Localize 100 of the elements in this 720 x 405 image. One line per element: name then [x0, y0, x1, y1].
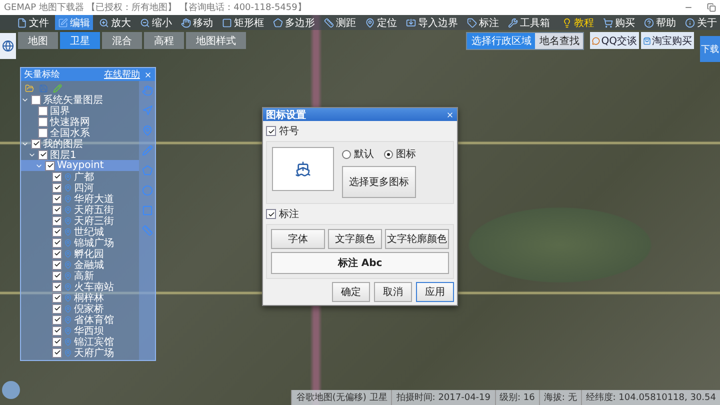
checkbox[interactable] — [31, 138, 41, 148]
toolbar-button[interactable]: 放大 — [96, 15, 134, 30]
checkbox[interactable] — [52, 304, 62, 314]
pin-icon — [64, 326, 72, 334]
checkbox[interactable] — [45, 160, 55, 170]
tree-item[interactable]: 锦江宾馆 — [21, 336, 139, 347]
radio-option[interactable]: 默认 — [342, 147, 374, 161]
toolbar-button[interactable]: 教程 — [559, 15, 597, 30]
help-link[interactable]: 在线帮助 — [104, 68, 140, 81]
checkbox[interactable] — [38, 150, 48, 160]
style-button[interactable]: 文字颜色 — [328, 229, 382, 249]
checkbox[interactable] — [52, 282, 62, 292]
checkbox[interactable] — [52, 182, 62, 192]
label-checkbox[interactable]: 标注 — [266, 207, 454, 221]
search-tab[interactable]: 地名查找 — [535, 33, 584, 49]
folder-icon[interactable] — [25, 84, 34, 93]
dialog-button[interactable]: 应用 — [416, 282, 454, 302]
tree-item[interactable]: 桐梓林 — [21, 292, 139, 303]
toolbar-button[interactable]: 购买 — [600, 15, 638, 30]
checkbox[interactable] — [52, 314, 62, 324]
dialog-button[interactable]: 取消 — [374, 282, 412, 302]
map-type-tab[interactable]: 地图样式 — [186, 32, 246, 49]
tree-item[interactable]: 系统矢量图层 — [21, 94, 139, 105]
style-button[interactable]: 文字轮廓颜色 — [385, 229, 449, 249]
toolbar-button[interactable]: 定位 — [362, 15, 400, 30]
pin-icon — [64, 216, 72, 224]
toolbar-button[interactable]: 矩形框 — [219, 15, 267, 30]
tree-item[interactable]: Waypoint — [21, 160, 139, 171]
tree-item[interactable]: 倪家桥 — [21, 303, 139, 314]
toolbar-button[interactable]: 工具箱 — [505, 15, 553, 30]
dialog-button[interactable]: 确定 — [332, 282, 370, 302]
contact-button[interactable]: QQ交谈 — [590, 32, 639, 49]
checkbox[interactable] — [52, 172, 62, 182]
checkbox[interactable] — [31, 94, 41, 104]
checkbox[interactable] — [38, 116, 48, 126]
checkbox[interactable] — [38, 128, 48, 138]
tree-item[interactable]: 高新 — [21, 270, 139, 281]
radio-circle[interactable] — [384, 150, 393, 158]
toolbar-button[interactable]: 导入边界 — [403, 15, 461, 30]
map-type-tab[interactable]: 高程 — [144, 32, 184, 49]
tree-item[interactable]: 天府五街 — [21, 204, 139, 215]
tree-item[interactable]: 锦城广场 — [21, 237, 139, 248]
tree-item[interactable]: 火车南站 — [21, 281, 139, 292]
toolbar-button[interactable]: 文件 — [14, 15, 52, 30]
tree-item[interactable]: 天府广场 — [21, 347, 139, 358]
pin-icon — [64, 228, 72, 236]
checkbox[interactable] — [52, 292, 62, 302]
tree-item[interactable]: 四河 — [21, 182, 139, 193]
checkbox[interactable] — [52, 348, 62, 358]
map-type-tab[interactable]: 地图 — [18, 32, 58, 49]
tree-item[interactable]: 华府大道 — [21, 193, 139, 204]
toolbar-button[interactable]: 帮助 — [641, 15, 679, 30]
download-button[interactable]: 下载 — [700, 36, 720, 62]
radio-option[interactable]: 图标 — [384, 147, 416, 161]
tree-item[interactable]: 天府三街 — [21, 215, 139, 226]
tree-item[interactable]: 华西坝 — [21, 325, 139, 336]
tree-item[interactable]: 快速路网 — [21, 116, 139, 127]
toolbar-button[interactable]: 编辑 — [55, 15, 93, 30]
toolbar-button[interactable]: 测距 — [321, 15, 359, 30]
toolbar-button[interactable]: 关于 — [682, 15, 720, 30]
checkbox[interactable] — [52, 260, 62, 270]
search-tab[interactable]: 选择行政区域 — [467, 33, 536, 49]
symbol-checkbox[interactable]: 符号 — [266, 124, 454, 138]
tree-item[interactable]: 全国水系 — [21, 127, 139, 138]
checkbox[interactable] — [266, 209, 276, 219]
checkbox[interactable] — [52, 204, 62, 214]
checkbox[interactable] — [38, 106, 48, 116]
checkbox[interactable] — [266, 126, 276, 136]
radio-circle[interactable] — [342, 150, 351, 158]
close-icon[interactable] — [446, 110, 454, 118]
checkbox[interactable] — [52, 226, 62, 236]
rectangle-icon — [222, 18, 232, 28]
close-icon[interactable] — [144, 70, 152, 78]
tree-item[interactable]: 我的图层 — [21, 138, 139, 149]
map-type-tab[interactable]: 卫星 — [60, 32, 100, 49]
tree-item[interactable]: 孵化园 — [21, 248, 139, 259]
toolbar-button[interactable]: 多边形 — [270, 15, 318, 30]
ship-icon — [295, 161, 311, 177]
checkbox[interactable] — [52, 326, 62, 336]
checkbox[interactable] — [52, 270, 62, 280]
checkbox[interactable] — [52, 336, 62, 346]
checkbox[interactable] — [52, 216, 62, 226]
map-type-tab[interactable]: 混合 — [102, 32, 142, 49]
contact-button[interactable]: 淘宝购买 — [641, 32, 694, 49]
tree-item[interactable]: 图层1 — [21, 149, 139, 160]
tree-item[interactable]: 世纪城 — [21, 226, 139, 237]
checkbox[interactable] — [52, 248, 62, 258]
more-icons-button[interactable]: 选择更多图标 — [342, 166, 416, 198]
toolbar-button[interactable]: 缩小 — [137, 15, 175, 30]
tree-item[interactable]: 国界 — [21, 105, 139, 116]
tree-item[interactable]: 广都 — [21, 171, 139, 182]
checkbox[interactable] — [52, 194, 62, 204]
maximize-icon[interactable] — [707, 3, 716, 12]
tree-item[interactable]: 金融城 — [21, 259, 139, 270]
toolbar-button[interactable]: 移动 — [178, 15, 216, 30]
checkbox[interactable] — [52, 238, 62, 248]
tree-item[interactable]: 省体育馆 — [21, 314, 139, 325]
style-button[interactable]: 字体 — [271, 229, 325, 249]
toolbar-button[interactable]: 标注 — [464, 15, 502, 30]
pin-icon — [64, 348, 72, 356]
